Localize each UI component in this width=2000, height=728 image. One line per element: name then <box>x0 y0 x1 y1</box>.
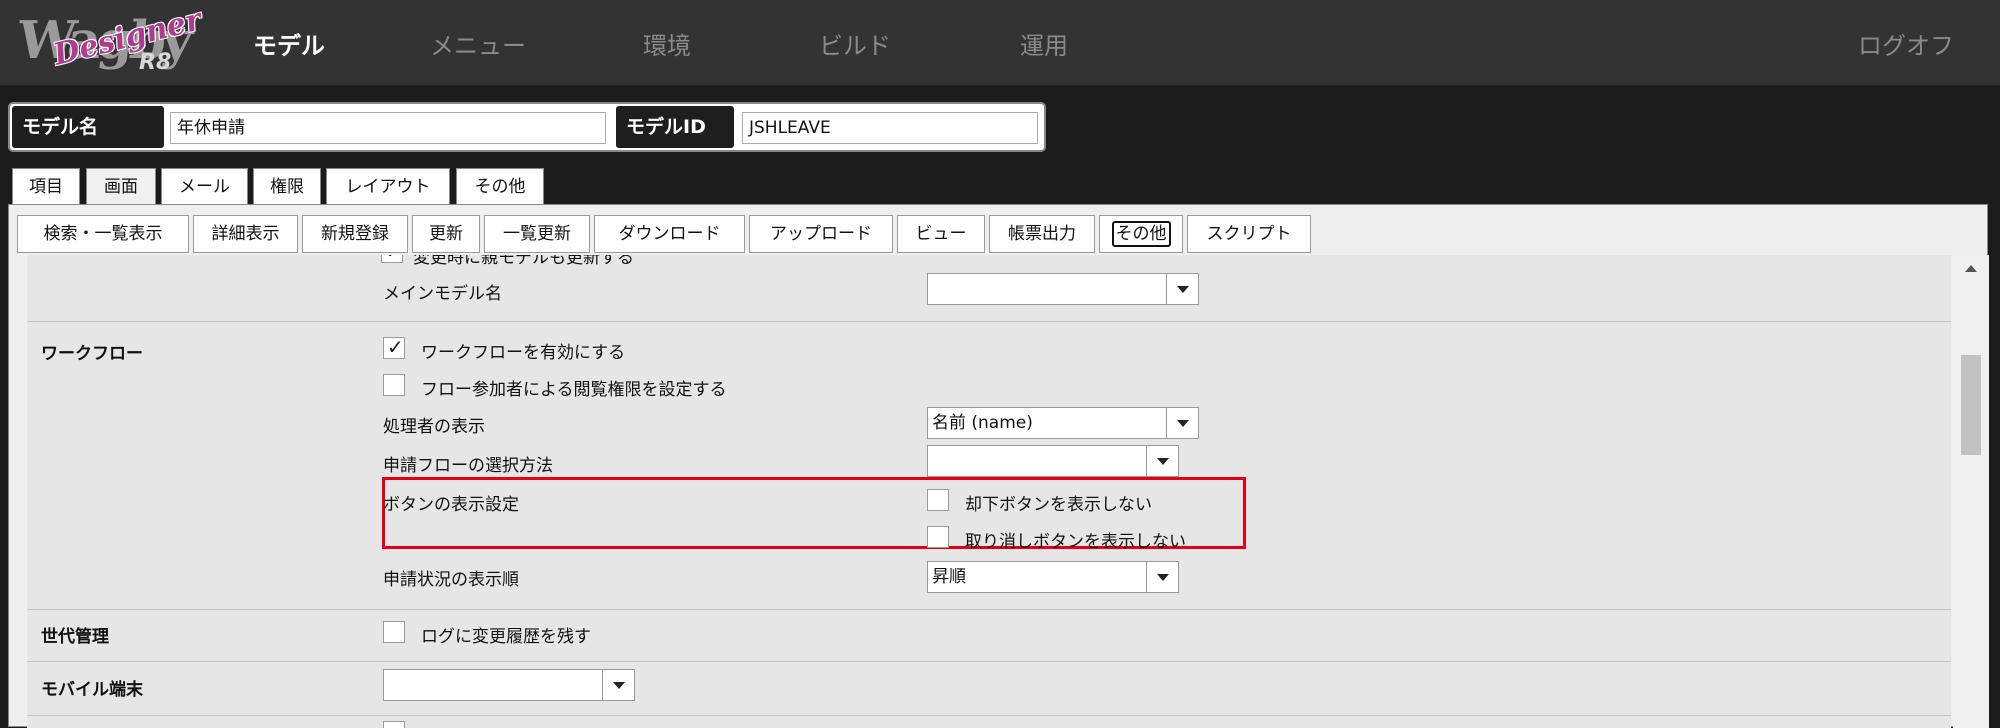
handler-display-label: 処理者の表示 <box>383 417 485 437</box>
settings-form: 変更時に親モデルも更新する メインモデル名 ワークフロー ワークフローを有効にす… <box>27 255 1951 728</box>
tab-items[interactable]: 項目 <box>12 168 80 204</box>
history-checkbox[interactable] <box>383 621 405 643</box>
model-id-label: モデルID <box>616 106 734 148</box>
tab-screen[interactable]: 画面 <box>86 168 156 204</box>
model-id-input[interactable]: JSHLEAVE <box>742 112 1038 144</box>
chevron-down-icon <box>1146 562 1178 592</box>
subtab-report[interactable]: 帳票出力 <box>989 215 1095 253</box>
flow-select-method-select[interactable] <box>927 445 1179 477</box>
subtab-bulk-update[interactable]: 一覧更新 <box>484 215 590 253</box>
subtab-download[interactable]: ダウンロード <box>594 215 745 253</box>
nav-environment[interactable]: 環境 <box>643 26 691 61</box>
model-name-input[interactable]: 年休申請 <box>170 112 606 144</box>
main-model-select[interactable] <box>927 273 1199 305</box>
app-logo: Wagby Designer R8 <box>14 2 206 75</box>
subtab-upload[interactable]: アップロード <box>749 215 893 253</box>
hide-reject-label: 却下ボタンを表示しない <box>965 495 1152 515</box>
nav-operation[interactable]: 運用 <box>1020 26 1068 61</box>
workflow-section-title: ワークフロー <box>41 344 143 364</box>
model-name-label: モデル名 <box>12 106 164 148</box>
divider <box>27 321 1951 322</box>
subtab-script[interactable]: スクリプト <box>1187 215 1311 253</box>
workflow-access-checkbox[interactable] <box>383 374 405 396</box>
parent-update-checkbox[interactable] <box>381 255 403 263</box>
chevron-down-icon <box>602 670 634 700</box>
tab-layout[interactable]: レイアウト <box>326 168 450 204</box>
top-bar: Wagby Designer R8 モデル メニュー 環境 ビルド 運用 ログオ… <box>0 0 2000 86</box>
mobile-select[interactable] <box>383 669 635 701</box>
vertical-scrollbar[interactable] <box>1953 255 1989 728</box>
parent-update-label: 変更時に親モデルも更新する <box>413 255 634 268</box>
chevron-down-icon <box>1146 446 1178 476</box>
history-label: ログに変更履歴を残す <box>421 627 591 647</box>
subtab-update[interactable]: 更新 <box>412 215 480 253</box>
tab-permission[interactable]: 権限 <box>253 168 321 204</box>
logout-link[interactable]: ログオフ <box>1858 26 1954 61</box>
nav-menu[interactable]: メニュー <box>430 26 526 61</box>
chevron-down-icon <box>1166 408 1198 438</box>
divider <box>27 661 1951 662</box>
main-model-label: メインモデル名 <box>383 284 502 304</box>
model-info-bar: モデル名 年休申請 モデルID JSHLEAVE <box>8 102 1046 152</box>
tab-other[interactable]: その他 <box>456 168 544 204</box>
tab-mail[interactable]: メール <box>161 168 248 204</box>
status-order-select[interactable]: 昇順 <box>927 561 1179 593</box>
button-display-label: ボタンの表示設定 <box>383 495 519 515</box>
handler-display-select[interactable]: 名前 (name) <box>927 407 1199 439</box>
subtab-detail[interactable]: 詳細表示 <box>193 215 298 253</box>
history-section-title: 世代管理 <box>41 627 109 647</box>
mobile-section-title: モバイル端末 <box>41 680 143 700</box>
subtab-new[interactable]: 新規登録 <box>302 215 408 253</box>
scrollbar-thumb[interactable] <box>1961 355 1981 455</box>
subtab-other[interactable]: その他 <box>1099 215 1183 253</box>
workflow-access-label: フロー参加者による閲覧権限を設定する <box>421 380 727 400</box>
subtab-search-list[interactable]: 検索・一覧表示 <box>17 215 189 253</box>
chevron-down-icon <box>1166 274 1198 304</box>
nav-model[interactable]: モデル <box>253 26 325 61</box>
workflow-enable-label: ワークフローを有効にする <box>421 343 626 363</box>
status-order-label: 申請状況の表示順 <box>383 570 519 590</box>
screen-settings-panel: 検索・一覧表示 詳細表示 新規登録 更新 一覧更新 ダウンロード アップロード … <box>8 204 1989 728</box>
subtab-view[interactable]: ビュー <box>897 215 985 253</box>
divider <box>27 715 1951 716</box>
subtab-other-label: その他 <box>1111 221 1171 247</box>
hide-reject-checkbox[interactable] <box>927 489 949 511</box>
hide-cancel-checkbox[interactable] <box>927 526 949 548</box>
scroll-up-icon[interactable] <box>1965 265 1977 272</box>
hide-cancel-label: 取り消しボタンを表示しない <box>965 532 1186 552</box>
nav-build[interactable]: ビルド <box>819 26 891 61</box>
divider <box>27 609 1951 610</box>
workflow-enable-checkbox[interactable] <box>383 335 405 359</box>
flow-select-method-label: 申請フローの選択方法 <box>383 456 553 476</box>
